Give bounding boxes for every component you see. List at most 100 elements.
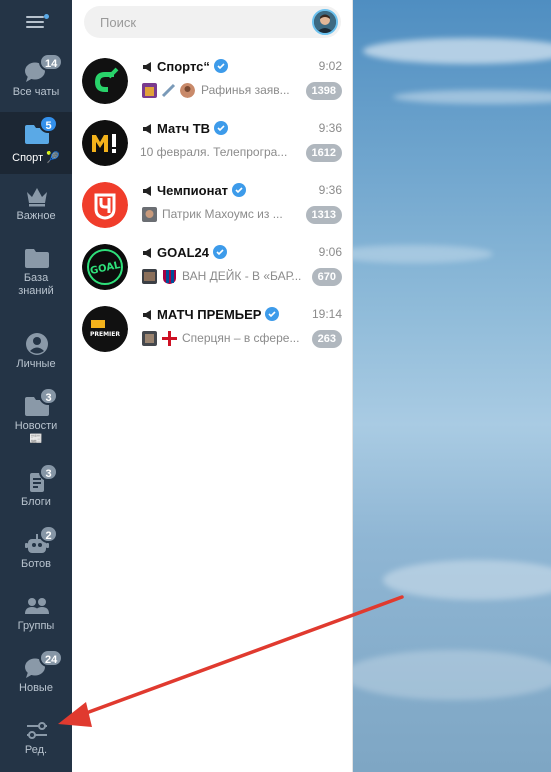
folder-badge: 3 xyxy=(39,387,58,405)
folder-label: Личные xyxy=(16,358,56,370)
megaphone-icon xyxy=(143,248,151,258)
folder-label: Важное xyxy=(16,210,56,222)
folder-label: Ботов xyxy=(21,558,51,570)
folder-label: Все чаты xyxy=(12,86,60,98)
folder-groups[interactable]: Группы xyxy=(0,584,72,646)
media-thumbnail-icon xyxy=(142,83,157,98)
folder-label: Ред. xyxy=(24,744,48,756)
folder-badge: 24 xyxy=(39,649,64,667)
chat-name: Чемпионат xyxy=(157,183,229,198)
folder-new[interactable]: 24 Новые xyxy=(0,646,72,708)
megaphone-icon xyxy=(143,62,151,72)
chat-name-wrap: Матч ТВ xyxy=(157,121,229,136)
chat-list-panel: Спортс“ 9:02 Рафинья заяв... 1398 Матч Т… xyxy=(72,0,353,772)
chat-preview: ВАН ДЕЙК - В «БАР... xyxy=(182,269,302,283)
folder-bots[interactable]: 2 Ботов xyxy=(0,522,72,584)
sliders-icon xyxy=(27,722,47,739)
unread-count-badge: 263 xyxy=(311,330,342,348)
verified-icon xyxy=(232,183,247,197)
chat-item[interactable]: PREMIER МАТЧ ПРЕМЬЕР 19:14 Сперцян – в с… xyxy=(72,300,352,362)
folder-sidebar: 14 Все чаты 5 Спорт 🎾 Важное База знаний xyxy=(0,0,72,772)
chat-time: 9:02 xyxy=(318,59,342,73)
chat-preview-row: Патрик Махоумс из ... 1313 xyxy=(140,205,342,225)
chat-name: Спортс“ xyxy=(157,59,210,74)
folder-label-wrap: Спорт 🎾 xyxy=(0,152,72,165)
channel-avatar xyxy=(82,58,128,104)
chat-name-wrap: МАТЧ ПРЕМЬЕР xyxy=(157,307,280,322)
unread-count-badge: 1398 xyxy=(305,82,342,100)
chat-time: 9:06 xyxy=(318,245,342,259)
barcelona-crest-icon xyxy=(163,270,176,284)
folder-label: Блоги xyxy=(21,496,51,508)
search-bar[interactable] xyxy=(84,6,341,38)
cloud xyxy=(353,650,551,700)
person-icon xyxy=(26,333,48,355)
chat-header: Матч ТВ 9:36 xyxy=(142,120,342,138)
channel-avatar xyxy=(82,120,128,166)
verified-icon xyxy=(214,121,229,135)
chat-header: GOAL24 9:06 xyxy=(142,244,342,262)
chat-name-wrap: GOAL24 xyxy=(157,245,228,260)
folder-badge: 2 xyxy=(39,525,58,543)
search-input[interactable] xyxy=(100,12,300,32)
folder-personal[interactable]: Личные xyxy=(0,322,72,384)
folder-sport[interactable]: 5 Спорт 🎾 xyxy=(0,112,72,174)
chat-item[interactable]: Спортс“ 9:02 Рафинья заяв... 1398 xyxy=(72,52,352,114)
chat-preview: Патрик Махоумс из ... xyxy=(162,207,283,221)
cloud xyxy=(393,90,551,104)
folder-label-wrap: Новости 📰 xyxy=(0,420,72,446)
update-dot-icon xyxy=(44,14,49,19)
megaphone-icon xyxy=(143,186,151,196)
chat-time: 9:36 xyxy=(318,183,342,197)
folder-news[interactable]: 3 Новости 📰 xyxy=(0,384,72,446)
unread-count-badge: 670 xyxy=(311,268,342,286)
main-menu-button[interactable] xyxy=(22,11,50,33)
profile-avatar[interactable] xyxy=(312,9,338,35)
folder-badge: 3 xyxy=(39,463,58,481)
media-thumbnail-icon xyxy=(142,331,157,346)
england-flag-icon xyxy=(162,331,177,346)
chat-name-wrap: Спортс“ xyxy=(157,59,228,74)
newspaper-icon: 📰 xyxy=(29,433,43,445)
chat-header: МАТЧ ПРЕМЬЕР 19:14 xyxy=(142,306,342,324)
chat-item[interactable]: GOAL GOAL24 9:06 ВАН ДЕЙК - В «БАР... 67… xyxy=(72,238,352,300)
folder-label: Спорт xyxy=(12,152,44,164)
crown-icon xyxy=(27,188,47,207)
cloud xyxy=(363,38,551,64)
unread-count-badge: 1612 xyxy=(305,144,342,162)
channel-avatar xyxy=(82,182,128,228)
chat-name: GOAL24 xyxy=(157,245,210,260)
unread-count-badge: 1313 xyxy=(305,206,342,224)
chat-item[interactable]: Чемпионат 9:36 Патрик Махоумс из ... 131… xyxy=(72,176,352,238)
folder-badge: 14 xyxy=(39,53,64,71)
chat-item[interactable]: Матч ТВ 9:36 10 февраля. Телепрогра... 1… xyxy=(72,114,352,176)
tennis-ball-icon: 🎾 xyxy=(46,152,60,164)
cloud xyxy=(353,245,493,263)
chat-wallpaper xyxy=(353,0,551,772)
verified-icon xyxy=(265,307,280,321)
media-thumbnail-icon xyxy=(142,207,157,222)
folder-label: Группы xyxy=(17,620,55,632)
folder-icon xyxy=(25,249,49,268)
megaphone-icon xyxy=(143,124,151,134)
media-thumbnail-icon xyxy=(142,269,157,284)
folder-label: База знаний xyxy=(18,272,54,297)
chat-preview-row: 10 февраля. Телепрогра... 1612 xyxy=(140,143,342,163)
channel-avatar: PREMIER xyxy=(82,306,128,352)
chat-preview: 10 февраля. Телепрогра... xyxy=(140,145,288,159)
chat-name: МАТЧ ПРЕМЬЕР xyxy=(157,307,262,322)
chat-preview: Рафинья заяв... xyxy=(201,83,290,97)
chat-preview-row: Сперцян – в сфере... 263 xyxy=(140,329,342,349)
folder-blogs[interactable]: 3 Блоги xyxy=(0,460,72,522)
chat-time: 19:14 xyxy=(311,307,342,321)
folder-all-chats[interactable]: 14 Все чаты xyxy=(0,50,72,112)
people-icon xyxy=(25,598,49,614)
chat-header: Спортс“ 9:02 xyxy=(142,58,342,76)
folder-important[interactable]: Важное xyxy=(0,174,72,236)
folder-edit-button[interactable]: Ред. xyxy=(0,708,72,770)
media-thumbnail-icon xyxy=(161,83,176,98)
folder-knowledge-base[interactable]: База знаний xyxy=(0,236,72,298)
user-photo-icon xyxy=(314,11,336,33)
folder-label: Новости xyxy=(14,420,58,432)
cloud xyxy=(383,560,551,600)
